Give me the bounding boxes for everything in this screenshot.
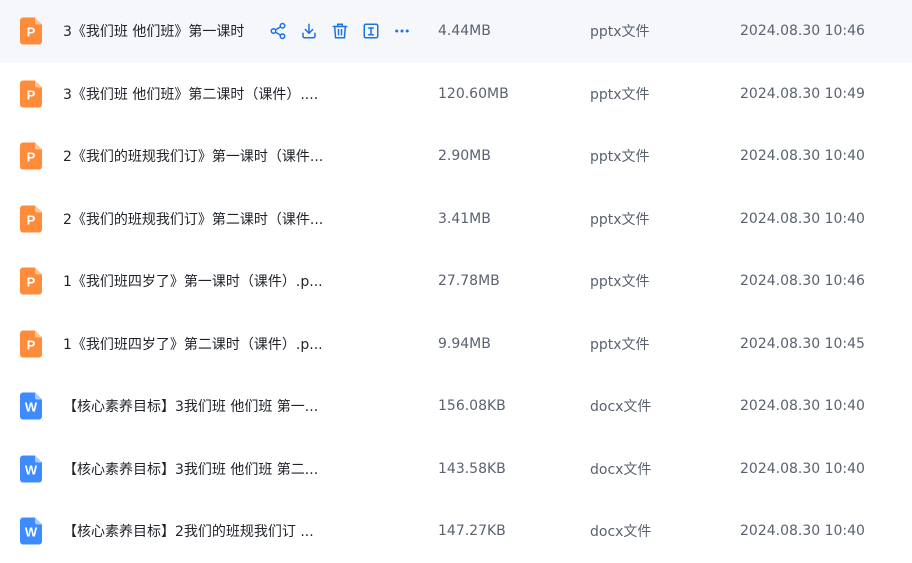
file-modified-date: 2024.08.30 10:40	[740, 148, 865, 165]
svg-text:W: W	[25, 525, 38, 540]
file-row[interactable]: P 3《我们班 他们班》第一课时 4.44MB pptx文件 2024.08.30 10…	[0, 0, 912, 63]
file-name[interactable]: 1《我们班四岁了》第二课时（课件）.p...	[63, 334, 323, 354]
ppt-file-icon: P	[20, 80, 42, 108]
file-type: pptx文件	[590, 24, 650, 41]
file-name[interactable]: 1《我们班四岁了》第一课时（课件）.p...	[63, 271, 323, 291]
file-list: P 3《我们班 他们班》第一课时 4.44MB pptx文件 2024.08.30 10…	[0, 0, 912, 551]
file-type: docx文件	[590, 524, 652, 541]
file-row[interactable]: W 【核心素养目标】3我们班 他们班 第一... 156.08KB docx文件 202…	[0, 375, 912, 438]
svg-text:P: P	[27, 25, 36, 40]
file-name[interactable]: 【核心素养目标】2我们的班规我们订 ...	[63, 521, 314, 541]
file-name[interactable]: 【核心素养目标】3我们班 他们班 第一...	[63, 396, 318, 416]
file-modified-date: 2024.08.30 10:40	[740, 460, 865, 477]
file-row[interactable]: P 1《我们班四岁了》第二课时（课件）.p... 9.94MB pptx文件 2024.…	[0, 313, 912, 376]
svg-text:P: P	[27, 87, 36, 102]
download-icon[interactable]	[299, 21, 319, 41]
file-modified-date: 2024.08.30 10:46	[740, 23, 865, 40]
file-row[interactable]: W 【核心素养目标】3我们班 他们班 第二... 143.58KB docx文件 202…	[0, 438, 912, 501]
file-size: 4.44MB	[438, 23, 491, 40]
file-size: 27.78MB	[438, 273, 500, 290]
ppt-file-icon: P	[20, 17, 42, 45]
file-size: 3.41MB	[438, 210, 491, 227]
share-icon[interactable]	[268, 21, 288, 41]
file-type: docx文件	[590, 399, 652, 416]
file-modified-date: 2024.08.30 10:49	[740, 85, 865, 102]
file-size: 9.94MB	[438, 335, 491, 352]
file-name[interactable]: 2《我们的班规我们订》第二课时（课件...	[63, 209, 323, 229]
svg-text:W: W	[25, 462, 38, 477]
ppt-file-icon: P	[20, 205, 42, 233]
file-row[interactable]: P 2《我们的班规我们订》第一课时（课件... 2.90MB pptx文件 2024.0…	[0, 125, 912, 188]
delete-icon[interactable]	[330, 21, 350, 41]
file-name[interactable]: 3《我们班 他们班》第一课时	[63, 21, 244, 41]
svg-text:P: P	[27, 212, 36, 227]
file-type: pptx文件	[590, 86, 650, 103]
file-name[interactable]: 3《我们班 他们班》第二课时（课件）....	[63, 84, 318, 104]
svg-text:W: W	[25, 400, 38, 415]
ppt-file-icon: P	[20, 330, 42, 358]
svg-text:P: P	[27, 275, 36, 290]
file-name[interactable]: 【核心素养目标】3我们班 他们班 第二...	[63, 459, 318, 479]
file-row[interactable]: P 2《我们的班规我们订》第二课时（课件... 3.41MB pptx文件 2024.0…	[0, 188, 912, 251]
ppt-file-icon: P	[20, 267, 42, 295]
word-file-icon: W	[20, 392, 42, 420]
file-name[interactable]: 2《我们的班规我们订》第一课时（课件...	[63, 146, 323, 166]
file-type: pptx文件	[590, 211, 650, 228]
file-modified-date: 2024.08.30 10:40	[740, 523, 865, 540]
file-modified-date: 2024.08.30 10:45	[740, 335, 865, 352]
file-size: 156.08KB	[438, 398, 506, 415]
file-row[interactable]: W 【核心素养目标】2我们的班规我们订 ... 147.27KB docx文件 2024…	[0, 500, 912, 563]
file-size: 120.60MB	[438, 85, 509, 102]
file-modified-date: 2024.08.30 10:40	[740, 210, 865, 227]
file-size: 143.58KB	[438, 460, 506, 477]
row-actions	[268, 21, 412, 41]
ppt-file-icon: P	[20, 142, 42, 170]
svg-text:P: P	[27, 150, 36, 165]
file-size: 147.27KB	[438, 523, 506, 540]
file-size: 2.90MB	[438, 148, 491, 165]
file-type: pptx文件	[590, 336, 650, 353]
file-row[interactable]: P 1《我们班四岁了》第一课时（课件）.p... 27.78MB pptx文件 2024…	[0, 250, 912, 313]
word-file-icon: W	[20, 455, 42, 483]
rename-icon[interactable]	[361, 21, 381, 41]
more-icon[interactable]	[392, 21, 412, 41]
file-type: pptx文件	[590, 274, 650, 291]
word-file-icon: W	[20, 517, 42, 545]
svg-text:P: P	[27, 337, 36, 352]
file-modified-date: 2024.08.30 10:46	[740, 273, 865, 290]
file-modified-date: 2024.08.30 10:40	[740, 398, 865, 415]
file-type: pptx文件	[590, 149, 650, 166]
file-type: docx文件	[590, 461, 652, 478]
file-row[interactable]: P 3《我们班 他们班》第二课时（课件）.... 120.60MB pptx文件 202…	[0, 63, 912, 126]
